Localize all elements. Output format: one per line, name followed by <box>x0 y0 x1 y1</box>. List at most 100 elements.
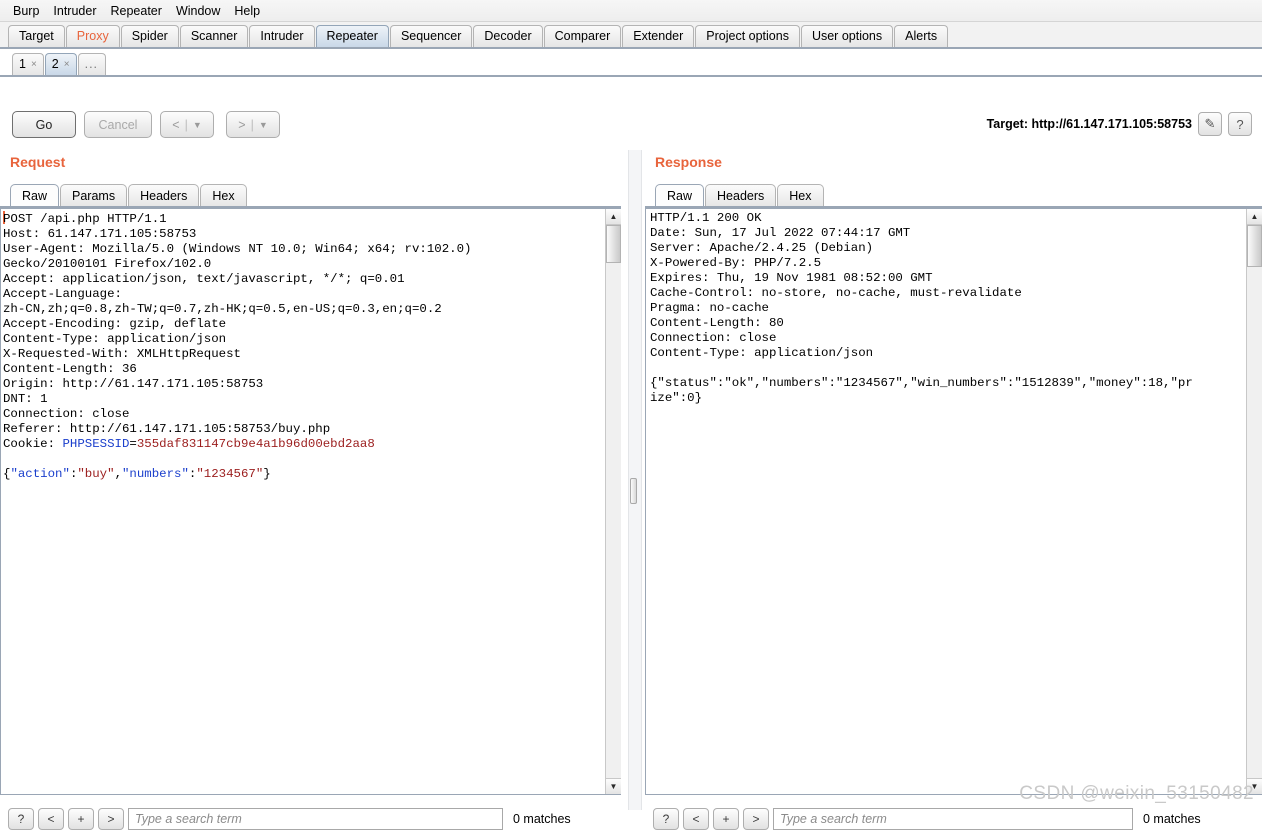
request-line-3: Gecko/20100101 Firefox/102.0 <box>3 257 212 271</box>
request-sub-tabs: Raw Params Headers Hex <box>10 183 248 207</box>
search-next-button[interactable]: > <box>743 807 769 830</box>
go-button[interactable]: Go <box>12 111 76 138</box>
request-cookie-value: 355daf831147cb9e4a1b96d00ebd2aa8 <box>136 437 375 451</box>
menu-bar: Burp Intruder Repeater Window Help <box>0 0 1262 22</box>
request-editor[interactable]: POST /api.php HTTP/1.1 Host: 61.147.171.… <box>0 208 621 795</box>
tab-alerts[interactable]: Alerts <box>894 25 949 47</box>
tab-decoder[interactable]: Decoder <box>473 25 543 47</box>
response-line-8: Connection: close <box>650 331 777 345</box>
search-add-button[interactable]: + <box>68 807 94 830</box>
cancel-button[interactable]: Cancel <box>84 111 152 138</box>
scrollbar-thumb[interactable] <box>1247 225 1262 267</box>
menu-item-window[interactable]: Window <box>169 2 227 20</box>
request-body-value-action: "buy" <box>77 467 115 481</box>
main-tab-strip: Target Proxy Spider Scanner Intruder Rep… <box>0 22 1262 49</box>
search-prev-button[interactable]: < <box>38 807 64 830</box>
request-body-key-numbers: "numbers" <box>122 467 189 481</box>
response-sub-tabs: Raw Headers Hex <box>655 183 825 207</box>
request-line-13: Connection: close <box>3 407 130 421</box>
close-icon[interactable]: × <box>64 54 70 75</box>
scroll-down-icon[interactable]: ▼ <box>606 778 621 794</box>
response-tab-hex[interactable]: Hex <box>777 184 824 207</box>
request-panel-title: Request <box>10 154 66 170</box>
watermark: CSDN @weixin_53150482 <box>1019 783 1254 804</box>
repeater-tab-strip: 1 × 2 × ... <box>0 49 1262 77</box>
request-line-14: Referer: http://61.147.171.105:58753/buy… <box>3 422 331 436</box>
request-cookie-name: PHPSESSID <box>62 437 130 451</box>
response-search-input[interactable]: Type a search term <box>773 807 1133 830</box>
request-tab-params[interactable]: Params <box>60 184 128 207</box>
request-match-count: 0 matches <box>513 811 571 826</box>
response-line-3: X-Powered-By: PHP/7.2.5 <box>650 256 822 270</box>
menu-item-intruder[interactable]: Intruder <box>46 2 103 20</box>
response-line-12: ize":0} <box>650 391 703 405</box>
scrollbar-thumb[interactable] <box>606 225 621 263</box>
target-label: Target: http://61.147.171.105:58753 <box>986 117 1192 131</box>
menu-item-burp[interactable]: Burp <box>6 2 46 20</box>
response-match-count: 0 matches <box>1143 811 1201 826</box>
chevron-down-icon: ▼ <box>258 119 268 130</box>
repeater-tab-1[interactable]: 1 × <box>12 53 44 75</box>
tab-sequencer[interactable]: Sequencer <box>389 25 473 47</box>
tab-repeater[interactable]: Repeater <box>315 25 389 47</box>
response-search-bar: ? < + > Type a search term 0 matches <box>653 806 1253 831</box>
tab-proxy[interactable]: Proxy <box>65 25 120 47</box>
request-line-10: Content-Length: 36 <box>3 362 137 376</box>
request-vertical-scrollbar[interactable]: ▲ ▼ <box>605 209 621 794</box>
response-line-1: Date: Sun, 17 Jul 2022 07:44:17 GMT <box>650 226 911 240</box>
search-help-icon[interactable]: ? <box>653 807 679 830</box>
forward-arrow-icon: > <box>238 117 246 132</box>
response-editor[interactable]: HTTP/1.1 200 OK Date: Sun, 17 Jul 2022 0… <box>645 208 1262 795</box>
request-line-1: Host: 61.147.171.105:58753 <box>3 227 197 241</box>
response-line-4: Expires: Thu, 19 Nov 1981 08:52:00 GMT <box>650 271 933 285</box>
response-line-7: Content-Length: 80 <box>650 316 784 330</box>
response-tab-headers[interactable]: Headers <box>705 184 777 207</box>
forward-button[interactable]: > | ▼ <box>226 111 280 138</box>
panel-splitter[interactable] <box>628 150 642 810</box>
tab-extender[interactable]: Extender <box>622 25 695 47</box>
tab-intruder[interactable]: Intruder <box>249 25 315 47</box>
response-vertical-scrollbar[interactable]: ▲ ▼ <box>1246 209 1262 794</box>
request-search-input[interactable]: Type a search term <box>128 807 503 830</box>
response-tab-raw[interactable]: Raw <box>655 184 705 207</box>
tab-scanner[interactable]: Scanner <box>179 25 249 47</box>
request-body-comma: , <box>114 467 122 481</box>
help-icon[interactable]: ? <box>1228 112 1252 136</box>
splitter-grip[interactable] <box>630 478 637 504</box>
menu-item-repeater[interactable]: Repeater <box>104 2 169 20</box>
search-add-button[interactable]: + <box>713 807 739 830</box>
request-body-value-numbers: "1234567" <box>196 467 264 481</box>
repeater-tab-2[interactable]: 2 × <box>44 53 77 75</box>
scroll-up-icon[interactable]: ▲ <box>1247 209 1262 225</box>
search-help-icon[interactable]: ? <box>8 807 34 830</box>
response-line-2: Server: Apache/2.4.25 (Debian) <box>650 241 874 255</box>
request-body-close: } <box>263 467 271 481</box>
close-icon[interactable]: × <box>31 54 37 75</box>
search-prev-button[interactable]: < <box>683 807 709 830</box>
request-line-4: Accept: application/json, text/javascrip… <box>3 272 405 286</box>
tab-target[interactable]: Target <box>8 25 65 47</box>
request-line-5: Accept-Language: <box>3 287 122 301</box>
tab-project-options[interactable]: Project options <box>695 25 800 47</box>
scroll-up-icon[interactable]: ▲ <box>606 209 621 225</box>
repeater-tab-new[interactable]: ... <box>77 53 106 75</box>
menu-item-help[interactable]: Help <box>227 2 267 20</box>
repeater-tab-2-label: 2 <box>51 57 59 71</box>
request-line-7: Accept-Encoding: gzip, deflate <box>3 317 227 331</box>
divider: | <box>184 117 188 132</box>
tab-comparer[interactable]: Comparer <box>543 25 622 47</box>
request-tab-raw[interactable]: Raw <box>10 184 60 207</box>
pencil-icon[interactable]: ✎ <box>1198 112 1222 136</box>
tab-spider[interactable]: Spider <box>120 25 179 47</box>
search-next-button[interactable]: > <box>98 807 124 830</box>
request-line-0: POST /api.php HTTP/1.1 <box>3 212 167 226</box>
request-tab-headers[interactable]: Headers <box>128 184 200 207</box>
request-tab-hex[interactable]: Hex <box>200 184 247 207</box>
back-button[interactable]: < | ▼ <box>160 111 214 138</box>
request-cookie-equals: = <box>129 437 137 451</box>
repeater-tab-1-label: 1 <box>19 57 26 71</box>
tab-user-options[interactable]: User options <box>800 25 894 47</box>
request-line-2: User-Agent: Mozilla/5.0 (Windows NT 10.0… <box>3 242 472 256</box>
response-text: HTTP/1.1 200 OK Date: Sun, 17 Jul 2022 0… <box>646 209 1261 406</box>
response-panel-title: Response <box>655 154 722 170</box>
